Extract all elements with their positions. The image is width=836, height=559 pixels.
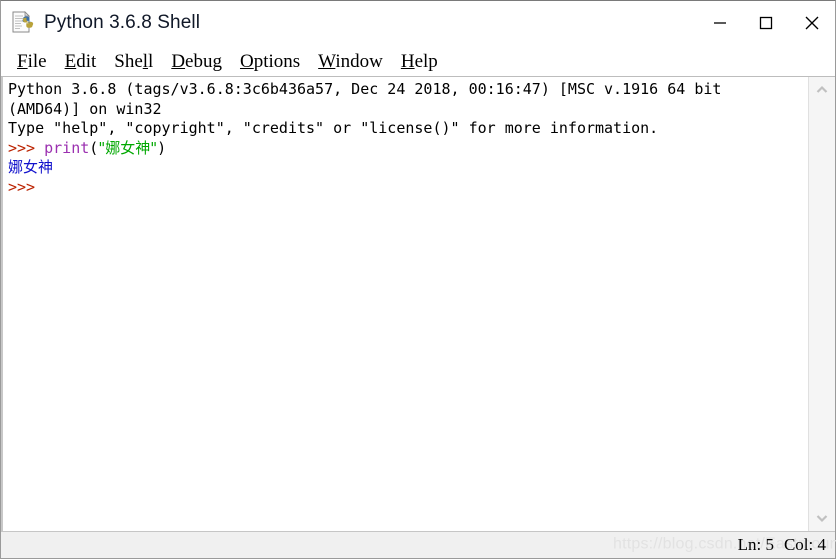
chevron-down-icon <box>816 515 828 523</box>
window-controls <box>697 1 835 45</box>
menu-item-window[interactable]: Window <box>309 52 392 71</box>
status-line-indicator: Ln: 5 <box>737 535 774 554</box>
menu-item-shell[interactable]: Shell <box>105 52 162 71</box>
window-title: Python 3.6.8 Shell <box>44 12 201 33</box>
banner-line-1: Python 3.6.8 (tags/v3.6.8:3c6b436a57, De… <box>8 80 722 98</box>
menu-item-options[interactable]: Options <box>231 52 309 71</box>
banner-line-3: Type "help", "copyright", "credits" or "… <box>8 119 659 137</box>
scroll-up-button[interactable] <box>809 77 835 103</box>
maximize-button[interactable] <box>743 1 789 45</box>
maximize-icon <box>759 16 773 30</box>
idle-python-document-icon <box>10 10 36 36</box>
menu-item-debug[interactable]: Debug <box>162 52 231 71</box>
shell-text-area[interactable]: Python 3.6.8 (tags/v3.6.8:3c6b436a57, De… <box>1 77 808 531</box>
status-bar: https://blog.csdn.net/Eastmount Ln: 5 Co… <box>1 531 836 558</box>
menu-item-help[interactable]: Help <box>392 52 447 71</box>
command-output: 娜女神 <box>8 158 54 176</box>
chevron-up-icon <box>816 85 828 93</box>
close-button[interactable] <box>789 1 835 45</box>
command-line: >>> print("娜女神") <box>8 139 808 159</box>
vertical-scrollbar[interactable] <box>808 77 835 531</box>
close-icon <box>805 16 819 30</box>
scroll-down-button[interactable] <box>809 505 835 531</box>
scrollbar-track[interactable] <box>809 103 835 505</box>
menu-item-edit[interactable]: Edit <box>56 52 106 71</box>
menu-item-file[interactable]: File <box>8 52 56 71</box>
command-close-paren: ) <box>157 138 167 157</box>
status-column-indicator: Col: 4 <box>783 535 826 554</box>
menu-bar: File Edit Shell Debug Options Window Hel… <box>1 46 835 76</box>
prompt-marker: >>> <box>8 138 36 157</box>
trailing-prompt-line: >>> <box>8 178 808 198</box>
minimize-icon <box>714 22 726 24</box>
trailing-prompt-marker: >>> <box>8 177 36 196</box>
command-open-paren: ( <box>89 138 99 157</box>
banner-line-2: (AMD64)] on win32 <box>8 99 162 118</box>
minimize-button[interactable] <box>697 1 743 45</box>
console-area: Python 3.6.8 (tags/v3.6.8:3c6b436a57, De… <box>1 76 835 531</box>
command-string-literal: "娜女神" <box>98 138 158 157</box>
title-bar: Python 3.6.8 Shell <box>1 1 835 46</box>
command-keyword: print <box>44 138 90 157</box>
python-shell-window: Python 3.6.8 Shell File Edit Shell Debug… <box>0 0 836 559</box>
